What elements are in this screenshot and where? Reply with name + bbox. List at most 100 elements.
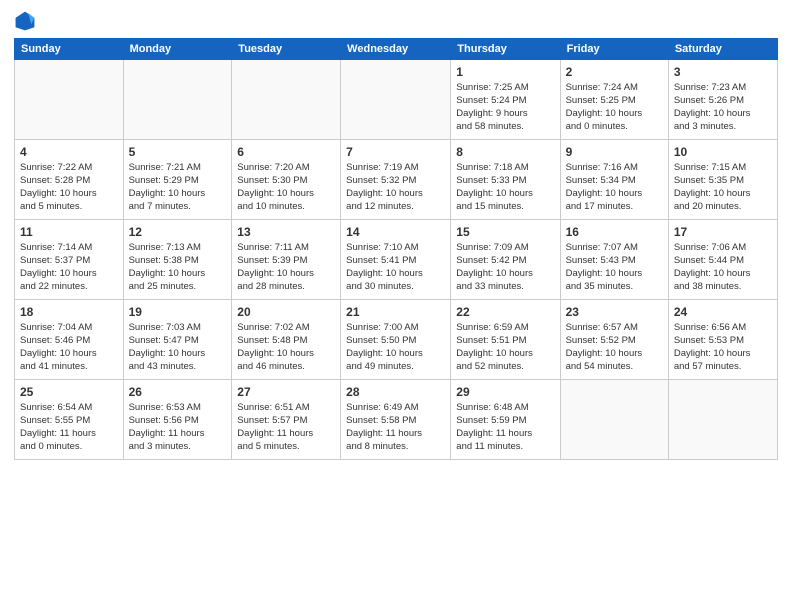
day-info: Sunrise: 7:19 AM [346, 162, 445, 175]
day-number: 11 [20, 224, 118, 240]
day-info: Sunrise: 6:54 AM [20, 402, 118, 415]
day-number: 5 [129, 144, 227, 160]
day-info: and 11 minutes. [456, 441, 554, 454]
day-info: and 43 minutes. [129, 361, 227, 374]
day-info: Daylight: 10 hours [346, 268, 445, 281]
calendar-cell: 4Sunrise: 7:22 AMSunset: 5:28 PMDaylight… [15, 140, 124, 220]
day-info: Daylight: 10 hours [674, 108, 772, 121]
day-number: 2 [566, 64, 663, 80]
calendar-cell: 22Sunrise: 6:59 AMSunset: 5:51 PMDayligh… [451, 300, 560, 380]
day-info: Sunrise: 7:07 AM [566, 242, 663, 255]
day-info: Daylight: 10 hours [566, 188, 663, 201]
day-info: and 20 minutes. [674, 201, 772, 214]
day-info: Sunset: 5:46 PM [20, 335, 118, 348]
day-info: and 28 minutes. [237, 281, 335, 294]
day-info: Daylight: 10 hours [129, 188, 227, 201]
day-info: Sunset: 5:35 PM [674, 175, 772, 188]
day-info: and 7 minutes. [129, 201, 227, 214]
day-info: Sunrise: 6:48 AM [456, 402, 554, 415]
day-number: 10 [674, 144, 772, 160]
day-info: Sunset: 5:24 PM [456, 95, 554, 108]
day-info: Daylight: 10 hours [566, 108, 663, 121]
day-info: Daylight: 10 hours [674, 348, 772, 361]
calendar-cell: 1Sunrise: 7:25 AMSunset: 5:24 PMDaylight… [451, 60, 560, 140]
day-info: and 41 minutes. [20, 361, 118, 374]
day-number: 15 [456, 224, 554, 240]
day-info: and 38 minutes. [674, 281, 772, 294]
day-info: and 58 minutes. [456, 121, 554, 134]
day-info: Sunrise: 7:09 AM [456, 242, 554, 255]
day-info: Daylight: 10 hours [456, 268, 554, 281]
day-info: Sunset: 5:37 PM [20, 255, 118, 268]
day-info: and 10 minutes. [237, 201, 335, 214]
day-info: Daylight: 10 hours [20, 348, 118, 361]
calendar-cell: 17Sunrise: 7:06 AMSunset: 5:44 PMDayligh… [668, 220, 777, 300]
day-info: Sunset: 5:58 PM [346, 415, 445, 428]
day-info: Sunrise: 6:59 AM [456, 322, 554, 335]
day-info: Daylight: 10 hours [674, 188, 772, 201]
day-info: Sunset: 5:30 PM [237, 175, 335, 188]
day-info: Daylight: 10 hours [237, 188, 335, 201]
day-number: 7 [346, 144, 445, 160]
day-info: and 8 minutes. [346, 441, 445, 454]
calendar-cell: 11Sunrise: 7:14 AMSunset: 5:37 PMDayligh… [15, 220, 124, 300]
day-info: and 0 minutes. [566, 121, 663, 134]
day-info: Sunrise: 6:57 AM [566, 322, 663, 335]
day-number: 13 [237, 224, 335, 240]
calendar-cell [123, 60, 232, 140]
calendar-cell: 16Sunrise: 7:07 AMSunset: 5:43 PMDayligh… [560, 220, 668, 300]
day-info: Daylight: 11 hours [20, 428, 118, 441]
calendar-cell [232, 60, 341, 140]
day-number: 24 [674, 304, 772, 320]
calendar-header-row: SundayMondayTuesdayWednesdayThursdayFrid… [15, 39, 778, 60]
day-info: Sunrise: 6:51 AM [237, 402, 335, 415]
day-info: Sunrise: 7:02 AM [237, 322, 335, 335]
day-number: 14 [346, 224, 445, 240]
day-number: 28 [346, 384, 445, 400]
day-info: Sunset: 5:59 PM [456, 415, 554, 428]
day-info: and 5 minutes. [20, 201, 118, 214]
day-info: Sunset: 5:47 PM [129, 335, 227, 348]
day-info: Daylight: 10 hours [346, 348, 445, 361]
day-info: Sunset: 5:55 PM [20, 415, 118, 428]
day-info: and 57 minutes. [674, 361, 772, 374]
day-info: Sunrise: 7:20 AM [237, 162, 335, 175]
day-info: Sunrise: 7:21 AM [129, 162, 227, 175]
day-info: and 12 minutes. [346, 201, 445, 214]
day-number: 27 [237, 384, 335, 400]
day-info: and 49 minutes. [346, 361, 445, 374]
day-info: Sunrise: 7:23 AM [674, 82, 772, 95]
day-info: Daylight: 10 hours [346, 188, 445, 201]
calendar-cell: 5Sunrise: 7:21 AMSunset: 5:29 PMDaylight… [123, 140, 232, 220]
calendar-cell [668, 380, 777, 460]
calendar-cell: 29Sunrise: 6:48 AMSunset: 5:59 PMDayligh… [451, 380, 560, 460]
day-number: 22 [456, 304, 554, 320]
day-info: and 0 minutes. [20, 441, 118, 454]
day-info: Sunset: 5:56 PM [129, 415, 227, 428]
day-info: Sunset: 5:51 PM [456, 335, 554, 348]
day-info: Daylight: 10 hours [20, 188, 118, 201]
calendar-week-row: 25Sunrise: 6:54 AMSunset: 5:55 PMDayligh… [15, 380, 778, 460]
day-info: Daylight: 10 hours [129, 268, 227, 281]
day-info: Daylight: 11 hours [129, 428, 227, 441]
calendar-cell: 13Sunrise: 7:11 AMSunset: 5:39 PMDayligh… [232, 220, 341, 300]
calendar-cell: 7Sunrise: 7:19 AMSunset: 5:32 PMDaylight… [341, 140, 451, 220]
day-info: Daylight: 10 hours [674, 268, 772, 281]
day-info: Sunset: 5:53 PM [674, 335, 772, 348]
day-number: 21 [346, 304, 445, 320]
day-number: 9 [566, 144, 663, 160]
day-info: Sunrise: 7:10 AM [346, 242, 445, 255]
day-info: Sunset: 5:44 PM [674, 255, 772, 268]
day-number: 16 [566, 224, 663, 240]
day-number: 23 [566, 304, 663, 320]
day-info: Daylight: 10 hours [566, 268, 663, 281]
day-number: 4 [20, 144, 118, 160]
calendar-cell: 20Sunrise: 7:02 AMSunset: 5:48 PMDayligh… [232, 300, 341, 380]
calendar-cell: 18Sunrise: 7:04 AMSunset: 5:46 PMDayligh… [15, 300, 124, 380]
calendar-cell: 24Sunrise: 6:56 AMSunset: 5:53 PMDayligh… [668, 300, 777, 380]
calendar-header-friday: Friday [560, 39, 668, 60]
calendar-cell: 25Sunrise: 6:54 AMSunset: 5:55 PMDayligh… [15, 380, 124, 460]
calendar-cell: 15Sunrise: 7:09 AMSunset: 5:42 PMDayligh… [451, 220, 560, 300]
calendar-header-wednesday: Wednesday [341, 39, 451, 60]
calendar-cell: 10Sunrise: 7:15 AMSunset: 5:35 PMDayligh… [668, 140, 777, 220]
